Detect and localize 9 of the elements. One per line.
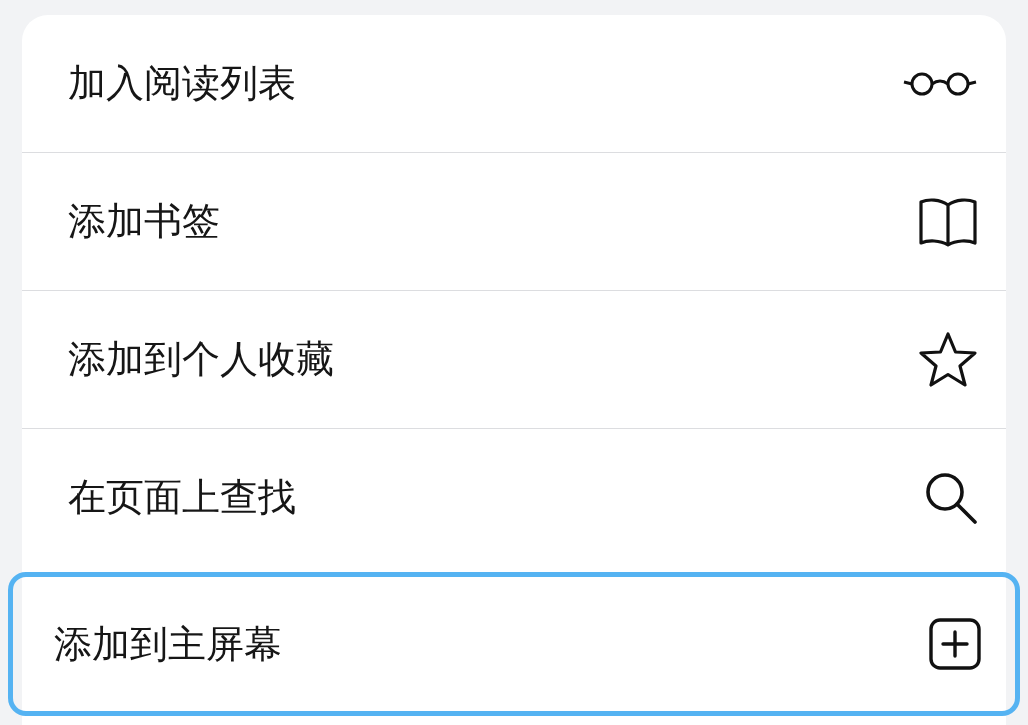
- menu-item[interactable]: 加入阅读列表: [22, 15, 1006, 152]
- add-square-icon: [929, 618, 981, 670]
- menu-item[interactable]: 在页面上查找: [22, 428, 1006, 566]
- star-icon: [918, 331, 978, 388]
- book-icon: [918, 196, 978, 247]
- search-icon: [924, 471, 978, 524]
- menu-item[interactable]: 添加书签: [22, 152, 1006, 290]
- menu-item[interactable]: 添加到个人收藏: [22, 290, 1006, 428]
- menu-item[interactable]: 添加到主屏幕: [8, 572, 1020, 716]
